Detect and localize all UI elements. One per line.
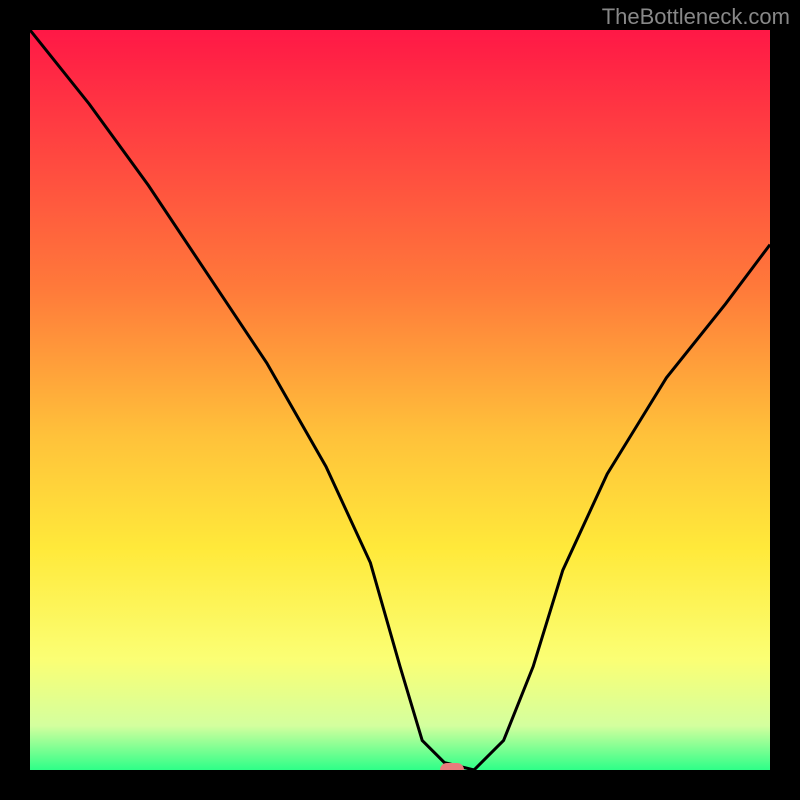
chart-background: [30, 30, 770, 770]
chart-plot-area: [30, 30, 770, 770]
attribution-text: TheBottleneck.com: [602, 4, 790, 30]
chart-svg: [30, 30, 770, 770]
optimal-marker: [440, 763, 464, 770]
